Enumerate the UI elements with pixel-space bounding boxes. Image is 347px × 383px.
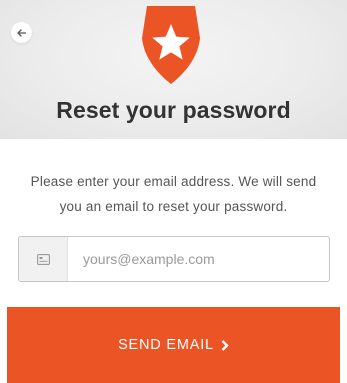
send-email-label: SEND EMAIL xyxy=(118,337,214,353)
auth0-logo xyxy=(140,6,202,84)
arrow-left-icon xyxy=(17,28,26,37)
email-field[interactable] xyxy=(18,236,330,282)
send-email-button[interactable]: SEND EMAIL xyxy=(7,307,340,383)
back-button[interactable] xyxy=(11,22,32,43)
header: Reset your password xyxy=(0,0,347,139)
instructions-text: Please enter your email address. We will… xyxy=(30,174,317,214)
page-title: Reset your password xyxy=(56,97,291,123)
chevron-right-icon xyxy=(221,339,229,351)
email-input[interactable] xyxy=(83,237,323,281)
envelope-icon xyxy=(19,237,68,281)
